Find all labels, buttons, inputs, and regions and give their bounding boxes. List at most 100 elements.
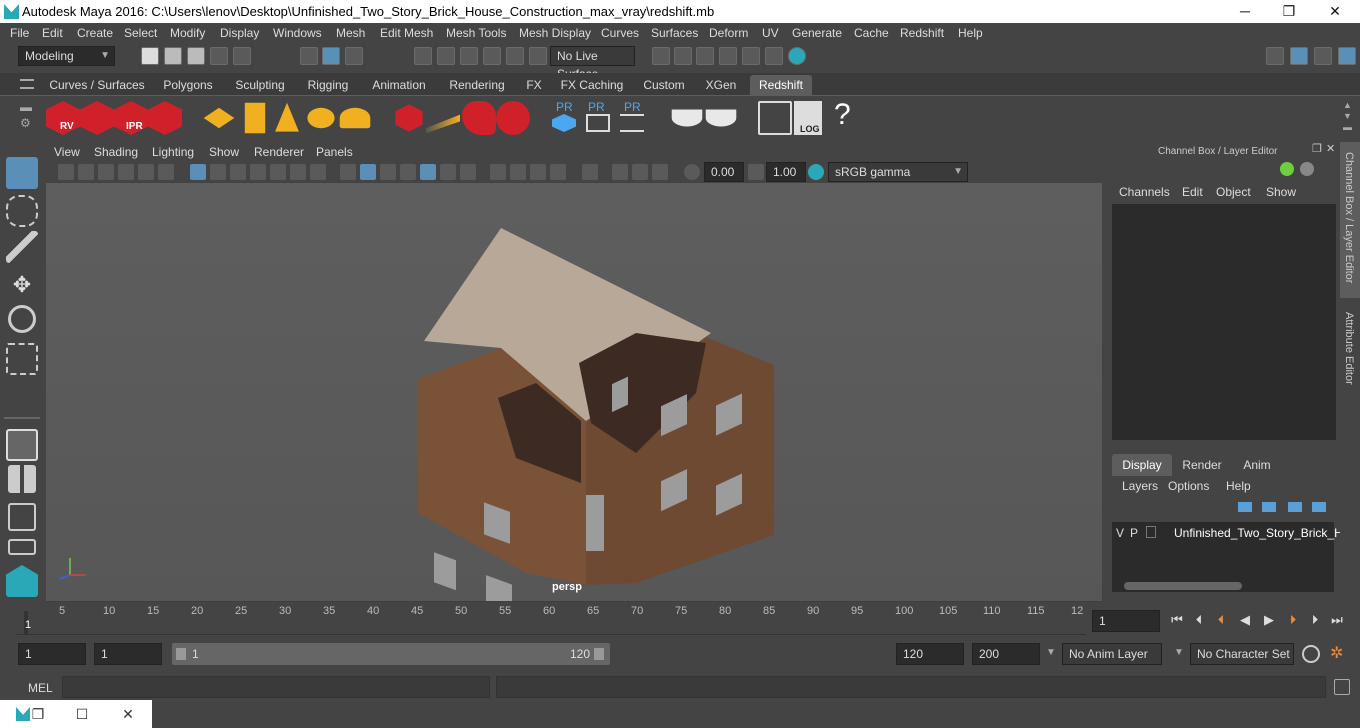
hypershade-icon[interactable]: [788, 47, 806, 65]
layer-color-swatch[interactable]: [1146, 526, 1156, 538]
menu-edit-mesh[interactable]: Edit Mesh: [380, 26, 433, 40]
le-menu-layers[interactable]: Layers: [1122, 479, 1158, 493]
two-view-layout-icon[interactable]: [8, 503, 36, 531]
house-model[interactable]: [46, 183, 1102, 601]
snap-grid-icon[interactable]: [414, 47, 432, 65]
live-surface-field[interactable]: No Live Surface: [550, 46, 635, 81]
vp-menu-view[interactable]: View: [54, 145, 80, 159]
script-editor-icon[interactable]: [758, 101, 792, 135]
layer-scrollbar[interactable]: [1124, 582, 1242, 590]
tool-settings-icon[interactable]: [1314, 47, 1332, 65]
playback-end-field[interactable]: 120: [896, 643, 964, 665]
layer-playback-toggle[interactable]: P: [1130, 526, 1138, 540]
open-scene-icon[interactable]: [164, 47, 182, 65]
grid-icon[interactable]: [190, 164, 206, 180]
bookmark-icon[interactable]: [98, 164, 114, 180]
construction-history-icon[interactable]: [674, 47, 692, 65]
save-scene-icon[interactable]: [187, 47, 205, 65]
close-icon[interactable]: ✕: [118, 704, 138, 724]
menu-windows[interactable]: Windows: [273, 26, 322, 40]
channel-box-toggle-icon[interactable]: [1338, 47, 1356, 65]
gamma-icon[interactable]: [748, 164, 764, 180]
scale-tool-icon[interactable]: [6, 343, 38, 375]
screen-space-ao-icon[interactable]: [490, 164, 506, 180]
proxy-import-icon[interactable]: [586, 114, 610, 132]
cb-menu-channels[interactable]: Channels: [1119, 185, 1170, 199]
menu-mesh[interactable]: Mesh: [336, 26, 365, 40]
xray-components-icon[interactable]: [632, 164, 648, 180]
redshift-spot-light-icon[interactable]: [275, 102, 299, 132]
material-dish-icon[interactable]: [705, 109, 737, 127]
backface-culling-icon[interactable]: [652, 164, 668, 180]
redshift-sphere-icon[interactable]: [496, 101, 530, 135]
shadows-icon[interactable]: [460, 164, 476, 180]
step-forward-frame-icon[interactable]: ⏵: [1284, 611, 1302, 629]
new-scene-icon[interactable]: [141, 47, 159, 65]
le-menu-help[interactable]: Help: [1226, 479, 1251, 493]
tab-display[interactable]: Display: [1112, 454, 1172, 476]
maximize-icon[interactable]: ☐: [72, 704, 92, 724]
vp-menu-renderer[interactable]: Renderer: [254, 145, 304, 159]
redshift-settings-icon[interactable]: [148, 101, 182, 135]
tab-animation[interactable]: Animation: [364, 75, 434, 95]
layer-visibility-toggle[interactable]: V: [1116, 526, 1124, 540]
select-object-icon[interactable]: [322, 47, 340, 65]
render-ipr-icon[interactable]: [719, 47, 737, 65]
menu-mesh-display[interactable]: Mesh Display: [519, 26, 591, 40]
redo-icon[interactable]: [233, 47, 251, 65]
float-panel-icon[interactable]: ❐: [1312, 142, 1322, 155]
tab-redshift[interactable]: Redshift: [750, 75, 812, 95]
tab-custom[interactable]: Custom: [636, 75, 692, 95]
snap-surface-icon[interactable]: [506, 47, 524, 65]
exposure-icon[interactable]: [684, 164, 700, 180]
vp-menu-panels[interactable]: Panels: [316, 145, 353, 159]
redshift-hair-icon[interactable]: [426, 114, 460, 134]
xray-icon[interactable]: [400, 164, 416, 180]
tab-render[interactable]: Render: [1174, 454, 1230, 476]
play-forwards-icon[interactable]: ▶: [1260, 611, 1278, 629]
redshift-sun-sky-icon[interactable]: [339, 107, 371, 129]
anim-layer-chevron-icon[interactable]: ▼: [1046, 647, 1056, 658]
menu-select[interactable]: Select: [124, 26, 157, 40]
character-set-dropdown[interactable]: No Character Set: [1190, 643, 1294, 665]
range-slider[interactable]: 1 120: [172, 643, 610, 665]
select-hierarchy-icon[interactable]: [300, 47, 318, 65]
vp-menu-shading[interactable]: Shading: [94, 145, 138, 159]
paint-select-tool-icon[interactable]: [6, 231, 38, 263]
menu-help[interactable]: Help: [958, 26, 983, 40]
field-chart-icon[interactable]: [270, 164, 286, 180]
tab-rigging[interactable]: Rigging: [300, 75, 356, 95]
camera-select-icon[interactable]: [58, 164, 74, 180]
ipr-icon[interactable]: [742, 47, 760, 65]
grease-pencil-icon[interactable]: [158, 164, 174, 180]
mel-label[interactable]: MEL: [28, 681, 53, 695]
proxy-swap-icon[interactable]: [620, 114, 644, 132]
gamma-field[interactable]: 1.00: [766, 162, 806, 182]
redshift-light-diamond-icon[interactable]: [203, 107, 235, 129]
gate-mask-icon[interactable]: [250, 164, 266, 180]
proxy-export-icon[interactable]: [552, 114, 576, 132]
menu-redshift[interactable]: Redshift: [900, 26, 944, 40]
lasso-tool-icon[interactable]: [6, 195, 38, 227]
animation-end-field[interactable]: 200: [972, 643, 1040, 665]
help-icon[interactable]: ?: [834, 98, 851, 132]
undo-icon[interactable]: [210, 47, 228, 65]
play-backwards-icon[interactable]: ◀: [1236, 611, 1254, 629]
select-component-icon[interactable]: [345, 47, 363, 65]
snap-vertex-icon[interactable]: [529, 47, 547, 65]
tab-polygons[interactable]: Polygons: [156, 75, 220, 95]
motion-blur-icon[interactable]: [510, 164, 526, 180]
layer-name[interactable]: Unfinished_Two_Story_Brick_H: [1174, 526, 1343, 540]
workspace-icon[interactable]: [1266, 47, 1284, 65]
layer-row[interactable]: V P Unfinished_Two_Story_Brick_H: [1112, 522, 1343, 542]
outliner-layout-icon[interactable]: [8, 539, 36, 555]
step-forward-key-icon[interactable]: ⏵: [1306, 611, 1324, 629]
history-icon[interactable]: [652, 47, 670, 65]
menu-display[interactable]: Display: [220, 26, 259, 40]
shelf-gear-icon[interactable]: ⚙: [20, 116, 34, 130]
side-tab-channel-box[interactable]: Channel Box / Layer Editor: [1343, 152, 1355, 283]
cb-menu-show[interactable]: Show: [1266, 185, 1296, 199]
move-layer-up-icon[interactable]: [1238, 502, 1252, 512]
menu-curves[interactable]: Curves: [601, 26, 639, 40]
tab-xgen[interactable]: XGen: [700, 75, 742, 95]
